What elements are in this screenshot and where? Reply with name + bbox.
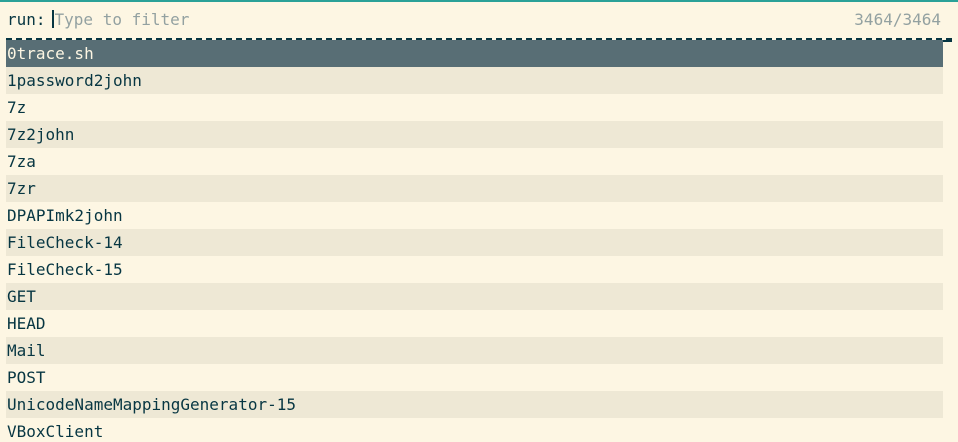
list-item[interactable]: DPAPImk2john: [6, 202, 943, 229]
prompt-bar: run: 3464/3464: [0, 2, 958, 36]
list-item[interactable]: FileCheck-15: [6, 256, 943, 283]
prompt-label: run:: [7, 9, 46, 29]
match-count: 3464/3464: [854, 9, 941, 29]
list-item-selected[interactable]: 0trace.sh: [6, 40, 943, 67]
list-item[interactable]: POST: [6, 364, 943, 391]
list-item[interactable]: 1password2john: [6, 67, 943, 94]
list-item[interactable]: 7z2john: [6, 121, 943, 148]
list-item[interactable]: UnicodeNameMappingGenerator-15: [6, 391, 943, 418]
list-item[interactable]: 7za: [6, 148, 943, 175]
run-launcher: run: 3464/3464 0trace.sh1password2john7z…: [0, 0, 958, 442]
results-list: 0trace.sh 1password2john 7z 7z2john 7za 7zr DP…: [6, 40, 943, 442]
text-cursor: [51, 10, 54, 28]
list-item[interactable]: 7z: [6, 94, 943, 121]
filter-input[interactable]: [54, 9, 855, 29]
list-item[interactable]: GET: [6, 283, 943, 310]
list-item[interactable]: VBoxClient: [6, 418, 943, 442]
list-item[interactable]: HEAD: [6, 310, 943, 337]
list-item[interactable]: 7zr: [6, 175, 943, 202]
list-item[interactable]: FileCheck-14: [6, 229, 943, 256]
list-item[interactable]: Mail: [6, 337, 943, 364]
scroll-indicator: [943, 40, 952, 42]
